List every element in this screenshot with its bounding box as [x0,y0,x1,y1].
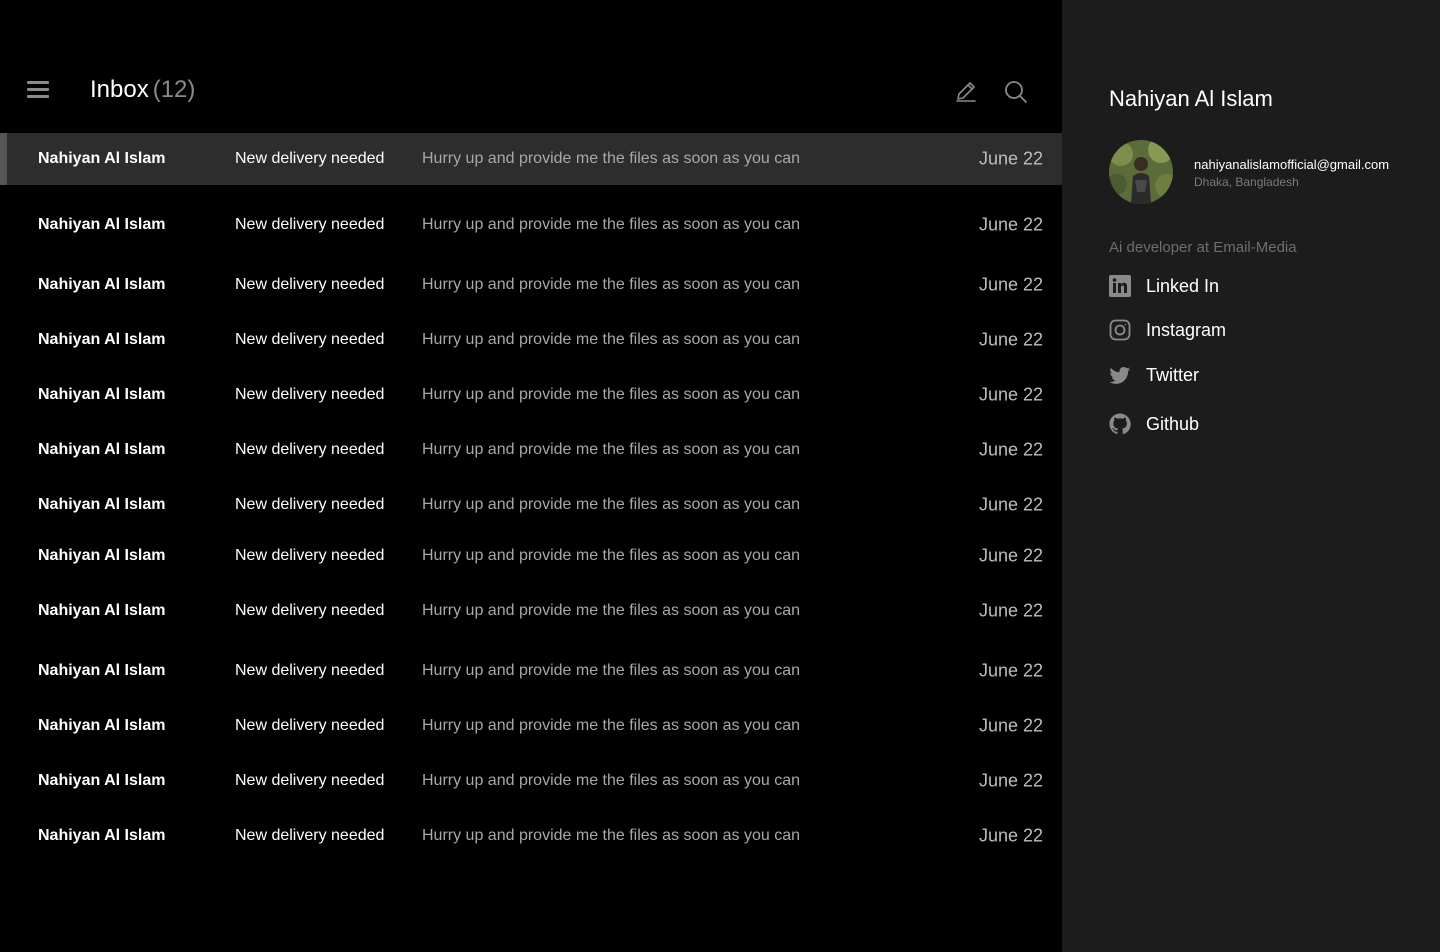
email-sender: Nahiyan Al Islam [38,496,166,513]
email-preview: Hurry up and provide me the files as soo… [422,662,800,679]
email-subject: New delivery needed [235,602,385,619]
email-row[interactable]: Nahiyan Al Islam New delivery needed Hurry… [0,585,1062,637]
email-row[interactable]: Nahiyan Al Islam New delivery needed Hurry… [0,645,1062,697]
email-date: June 22 [978,494,1043,515]
email-sender: Nahiyan Al Islam [38,662,166,679]
email-subject: New delivery needed [235,150,385,167]
email-row[interactable]: Nahiyan Al Islam New delivery needed Hurry… [0,810,1062,862]
social-label-github: Github [1146,414,1200,434]
email-date: June 22 [978,770,1043,791]
email-sender: Nahiyan Al Islam [38,216,166,233]
email-preview: Hurry up and provide me the files as soo… [422,827,800,844]
search-icon[interactable] [1003,79,1029,105]
profile-role: Ai developer at Email-Media [1109,239,1297,256]
profile-name: Nahiyan Al Islam [1109,86,1273,111]
profile-sidebar: Nahiyan Al Islam nahiyanalislamofficial@… [1062,0,1440,952]
email-preview: Hurry up and provide me the files as soo… [422,331,800,348]
email-sender: Nahiyan Al Islam [38,547,166,564]
email-preview: Hurry up and provide me the files as soo… [422,496,800,513]
email-row[interactable]: Nahiyan Al Islam New delivery needed Hurry… [0,199,1062,251]
email-sender: Nahiyan Al Islam [38,331,166,348]
email-row[interactable]: Nahiyan Al Islam New delivery needed Hurry… [0,700,1062,752]
email-preview: Hurry up and provide me the files as soo… [422,602,800,619]
email-subject: New delivery needed [235,717,385,734]
inbox-title-label: Inbox [90,76,149,103]
email-sender: Nahiyan Al Islam [38,386,166,403]
email-date: June 22 [978,148,1043,169]
email-sender: Nahiyan Al Islam [38,717,166,734]
email-subject: New delivery needed [235,441,385,458]
email-sender: Nahiyan Al Islam [38,441,166,458]
twitter-icon [1109,364,1131,386]
instagram-icon [1109,319,1131,341]
email-subject: New delivery needed [235,772,385,789]
pencil-icon[interactable] [954,79,978,103]
email-subject: New delivery needed [235,662,385,679]
profile-email[interactable]: nahiyanalislamofficial@gmail.com [1194,157,1389,172]
inbox-count: (12) [152,76,196,103]
email-preview: Hurry up and provide me the files as soo… [422,276,800,293]
avatar [1109,140,1173,204]
email-sender: Nahiyan Al Islam [38,602,166,619]
email-subject: New delivery needed [235,496,385,513]
email-sender: Nahiyan Al Islam [38,772,166,789]
email-row[interactable]: Nahiyan Al Islam New delivery needed Hurry… [0,133,1062,185]
email-preview: Hurry up and provide me the files as soo… [422,547,800,564]
email-row[interactable]: Nahiyan Al Islam New delivery needed Hurry… [0,424,1062,476]
page-title: Inbox (12) [90,76,195,104]
email-date: June 22 [978,439,1043,460]
email-subject: New delivery needed [235,386,385,403]
email-date: June 22 [978,600,1043,621]
github-icon [1109,413,1131,435]
email-date: June 22 [978,825,1043,846]
email-subject: New delivery needed [235,547,385,564]
email-preview: Hurry up and provide me the files as soo… [422,386,800,403]
email-subject: New delivery needed [235,276,385,293]
email-subject: New delivery needed [235,331,385,348]
email-preview: Hurry up and provide me the files as soo… [422,150,800,167]
hamburger-menu-icon[interactable] [27,81,49,101]
mail-list-panel: Inbox (12) Nahiyan Al Islam New delivery n… [0,0,1062,952]
email-date: June 22 [978,715,1043,736]
email-date: June 22 [978,545,1043,566]
social-label-twitter: Twitter [1146,365,1200,385]
email-date: June 22 [978,384,1043,405]
profile-location: Dhaka, Bangladesh [1194,175,1299,189]
email-subject: New delivery needed [235,216,385,233]
email-preview: Hurry up and provide me the files as soo… [422,772,800,789]
email-date: June 22 [978,660,1043,681]
email-date: June 22 [978,214,1043,235]
email-row[interactable]: Nahiyan Al Islam New delivery needed Hurry… [0,369,1062,421]
email-row[interactable]: Nahiyan Al Islam New delivery needed Hurry… [0,755,1062,807]
email-sender: Nahiyan Al Islam [38,827,166,844]
email-sender: Nahiyan Al Islam [38,276,166,293]
email-preview: Hurry up and provide me the files as soo… [422,441,800,458]
email-sender: Nahiyan Al Islam [38,150,166,167]
email-row[interactable]: Nahiyan Al Islam New delivery needed Hurry… [0,259,1062,311]
email-row[interactable]: Nahiyan Al Islam New delivery needed Hurry… [0,479,1062,531]
email-preview: Hurry up and provide me the files as soo… [422,216,800,233]
email-date: June 22 [978,329,1043,350]
email-row[interactable]: Nahiyan Al Islam New delivery needed Hurry… [0,314,1062,366]
email-date: June 22 [978,274,1043,295]
linkedin-icon [1109,275,1131,297]
email-subject: New delivery needed [235,827,385,844]
email-row[interactable]: Nahiyan Al Islam New delivery needed Hurry… [0,530,1062,582]
social-label-linkedin: Linked In [1146,276,1220,296]
social-label-instagram: Instagram [1146,320,1227,340]
email-preview: Hurry up and provide me the files as soo… [422,717,800,734]
